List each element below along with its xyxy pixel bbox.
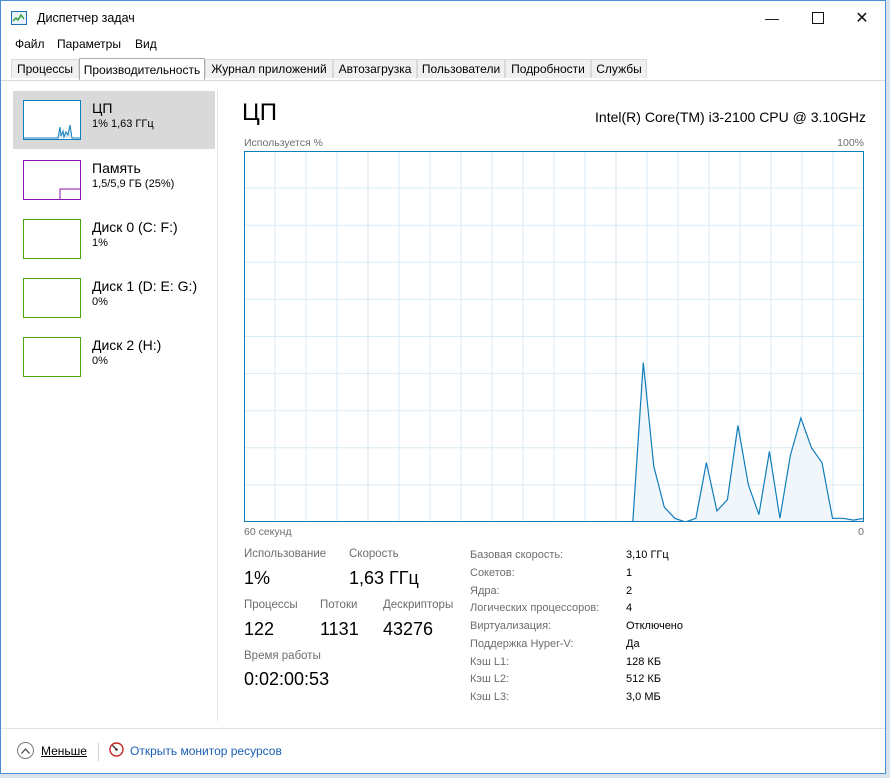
info-value: 512 КБ xyxy=(626,673,662,685)
info-value: 3,10 ГГц xyxy=(626,549,669,561)
sidebar-item-cpu[interactable]: ЦП 1% 1,63 ГГц xyxy=(13,91,215,149)
sidebar-disk0-title: Диск 0 (C: F:) xyxy=(92,219,178,235)
sidebar-disk0-sub: 1% xyxy=(92,237,108,249)
tab-app-history-label: Журнал приложений xyxy=(211,62,327,76)
resource-monitor-icon xyxy=(109,742,124,760)
tab-processes-label: Процессы xyxy=(16,62,73,76)
close-button[interactable]: ✕ xyxy=(839,1,885,35)
info-value: 1 xyxy=(626,567,633,579)
threads-value: 1131 xyxy=(320,619,359,639)
task-manager-app-icon xyxy=(11,11,27,25)
sidebar-disk1-title: Диск 1 (D: E: G:) xyxy=(92,278,198,294)
tab-processes[interactable]: Процессы xyxy=(11,59,79,78)
chart-y-label: Используется % xyxy=(244,137,323,149)
uptime-label: Время работы xyxy=(244,650,321,662)
sidebar-cpu-sub: 1% 1,63 ГГц xyxy=(92,118,154,130)
cpu-detail-panel: ЦП Intel(R) Core(TM) i3-2100 CPU @ 3.10G… xyxy=(218,89,878,721)
open-resource-monitor-link[interactable]: Открыть монитор ресурсов xyxy=(109,742,282,760)
info-label: Кэш L2: xyxy=(470,673,510,685)
tab-services[interactable]: Службы xyxy=(591,59,647,78)
info-value: 3,0 МБ xyxy=(626,691,661,703)
tab-services-label: Службы xyxy=(596,62,642,76)
close-icon: ✕ xyxy=(855,10,869,27)
maximize-icon xyxy=(812,12,824,24)
task-manager-window: Диспетчер задач — ✕ Файл Параметры Вид П… xyxy=(0,0,886,774)
sidebar-cpu-title: ЦП xyxy=(92,100,113,116)
menu-file[interactable]: Файл xyxy=(15,37,45,51)
memory-thumbnail-graph xyxy=(23,160,81,200)
sidebar-memory-title: Память xyxy=(92,160,141,176)
info-label: Сокетов: xyxy=(470,567,515,579)
uptime-value: 0:02:00:53 xyxy=(244,669,330,689)
usage-label: Использование xyxy=(244,548,327,560)
footer-separator xyxy=(98,743,99,761)
speed-label: Скорость xyxy=(349,548,399,560)
info-value: Да xyxy=(626,638,640,650)
chart-x-min-label: 0 xyxy=(858,526,864,538)
tab-app-history[interactable]: Журнал приложений xyxy=(205,59,333,78)
tab-performance[interactable]: Производительность xyxy=(79,58,205,80)
info-label: Кэш L1: xyxy=(470,656,510,668)
handles-value: 43276 xyxy=(383,619,434,639)
maximize-button[interactable] xyxy=(795,1,841,35)
info-label: Поддержка Hyper-V: xyxy=(470,638,574,650)
cpu-usage-chart xyxy=(244,151,865,523)
info-value: Отключено xyxy=(626,620,683,632)
info-label: Виртуализация: xyxy=(470,620,552,632)
footer-bar: Меньше Открыть монитор ресурсов xyxy=(1,728,885,775)
disk0-thumbnail-graph xyxy=(23,219,81,259)
menu-options[interactable]: Параметры xyxy=(57,37,121,51)
resource-sidebar: ЦП 1% 1,63 ГГц Память 1,5/5,9 ГБ (25%) Д… xyxy=(11,89,218,721)
disk1-thumbnail-graph xyxy=(23,278,81,318)
tab-details[interactable]: Подробности xyxy=(505,59,591,78)
sidebar-item-disk1[interactable]: Диск 1 (D: E: G:) 0% xyxy=(13,269,215,327)
sidebar-item-memory[interactable]: Память 1,5/5,9 ГБ (25%) xyxy=(13,151,215,209)
cpu-thumbnail-graph xyxy=(23,100,81,140)
minimize-button[interactable]: — xyxy=(749,1,795,35)
tab-users[interactable]: Пользователи xyxy=(417,59,505,78)
speed-value: 1,63 ГГц xyxy=(349,568,419,588)
fewer-details-button[interactable]: Меньше xyxy=(17,742,87,759)
sidebar-disk2-sub: 0% xyxy=(92,355,108,367)
sidebar-disk1-sub: 0% xyxy=(92,296,108,308)
sidebar-item-disk2[interactable]: Диск 2 (H:) 0% xyxy=(13,328,215,386)
disk2-thumbnail-graph xyxy=(23,337,81,377)
handles-label: Дескрипторы xyxy=(383,599,454,611)
tab-strip: Процессы Производительность Журнал прило… xyxy=(1,58,885,81)
resource-monitor-label: Открыть монитор ресурсов xyxy=(130,744,282,758)
sidebar-item-disk0[interactable]: Диск 0 (C: F:) 1% xyxy=(13,210,215,268)
tab-users-label: Пользователи xyxy=(421,62,501,76)
tab-startup-label: Автозагрузка xyxy=(338,62,412,76)
cpu-panel-title: ЦП xyxy=(242,99,278,126)
usage-value: 1% xyxy=(244,568,271,588)
menu-view[interactable]: Вид xyxy=(135,37,157,51)
cpu-usage-area xyxy=(632,362,864,522)
info-label: Базовая скорость: xyxy=(470,549,564,561)
processes-value: 122 xyxy=(244,619,275,639)
info-value: 4 xyxy=(626,602,633,614)
cpu-model-name: Intel(R) Core(TM) i3-2100 CPU @ 3.10GHz xyxy=(595,109,866,125)
chart-y-max-label: 100% xyxy=(837,137,864,149)
processes-label: Процессы xyxy=(244,599,298,611)
info-label: Кэш L3: xyxy=(470,691,510,703)
info-value: 2 xyxy=(626,585,633,597)
menu-bar: Файл Параметры Вид xyxy=(1,35,885,55)
chart-x-label: 60 секунд xyxy=(244,526,292,538)
tab-performance-label: Производительность xyxy=(83,62,201,77)
cpu-chart-svg xyxy=(244,151,865,523)
chevron-up-icon xyxy=(17,742,34,759)
threads-label: Потоки xyxy=(320,599,358,611)
title-bar[interactable]: Диспетчер задач — ✕ xyxy=(1,1,885,35)
tab-details-label: Подробности xyxy=(511,62,585,76)
sidebar-memory-sub: 1,5/5,9 ГБ (25%) xyxy=(92,178,175,190)
tab-startup[interactable]: Автозагрузка xyxy=(333,59,417,78)
window-title: Диспетчер задач xyxy=(37,11,135,25)
fewer-details-label: Меньше xyxy=(41,743,87,758)
info-label: Ядра: xyxy=(470,585,500,597)
info-label: Логических процессоров: xyxy=(470,602,600,614)
minimize-icon: — xyxy=(765,10,779,26)
sidebar-disk2-title: Диск 2 (H:) xyxy=(92,337,162,353)
info-value: 128 КБ xyxy=(626,656,662,668)
